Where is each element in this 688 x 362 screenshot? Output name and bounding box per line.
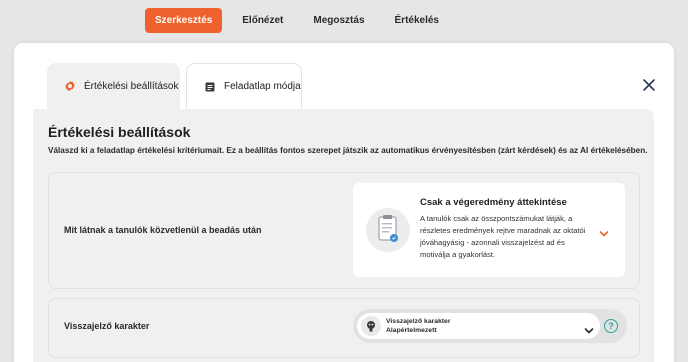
tab-worksheet-mode[interactable]: Feladatlap módja: [186, 63, 302, 109]
feedback-character-control: Visszajelző karakter Alapértelmezett ?: [353, 309, 627, 343]
page-title: Értékelési beállítások: [48, 124, 191, 140]
panel-description: Válaszd ki a feladatlap értékelési krité…: [48, 146, 648, 155]
dropdown-value: Alapértelmezett: [386, 327, 437, 334]
close-icon[interactable]: [642, 78, 656, 92]
nav-tab-preview[interactable]: Előnézet: [232, 8, 293, 33]
option-description: A tanulók csak az összpontszámukat látjá…: [420, 214, 586, 259]
document-icon: [204, 81, 216, 93]
top-navigation-bar: Szerkesztés Előnézet Megosztás Értékelés: [0, 0, 688, 44]
character-avatar-icon: [361, 316, 381, 336]
after-submit-setting: Mit látnak a tanulók közvetlenül a beadá…: [48, 172, 640, 289]
settings-modal: Értékelési beállítások Feladatlap módja …: [14, 43, 674, 362]
clipboard-illustration-icon: [366, 208, 410, 252]
chevron-down-icon[interactable]: [599, 225, 609, 237]
after-submit-label: Mit látnak a tanulók közvetlenül a beadá…: [64, 225, 262, 235]
evaluation-settings-panel: Értékelési beállítások Válaszd ki a fela…: [33, 109, 654, 362]
help-icon[interactable]: ?: [604, 319, 618, 333]
nav-tab-edit[interactable]: Szerkesztés: [145, 8, 223, 33]
tab-evaluation-settings[interactable]: Értékelési beállítások: [47, 63, 180, 109]
feedback-character-label: Visszajelző karakter: [64, 321, 150, 331]
after-submit-selector[interactable]: Csak a végeredmény áttekintése A tanulók…: [353, 183, 625, 277]
option-title: Csak a végeredmény áttekintése: [420, 197, 567, 208]
chevron-down-icon: [584, 322, 594, 334]
tab-worksheet-mode-label: Feladatlap módja: [224, 81, 301, 92]
main-nav: Szerkesztés Előnézet Megosztás Értékelés: [145, 8, 459, 33]
gear-icon: [64, 80, 76, 92]
nav-tab-share[interactable]: Megosztás: [303, 8, 374, 33]
dropdown-title: Visszajelző karakter: [386, 318, 451, 325]
nav-tab-evaluation[interactable]: Értékelés: [385, 8, 449, 33]
tab-evaluation-settings-label: Értékelési beállítások: [84, 80, 179, 92]
feedback-character-setting: Visszajelző karakter Visszajelző karakte…: [48, 298, 640, 358]
feedback-character-dropdown[interactable]: Visszajelző karakter Alapértelmezett: [357, 313, 600, 339]
